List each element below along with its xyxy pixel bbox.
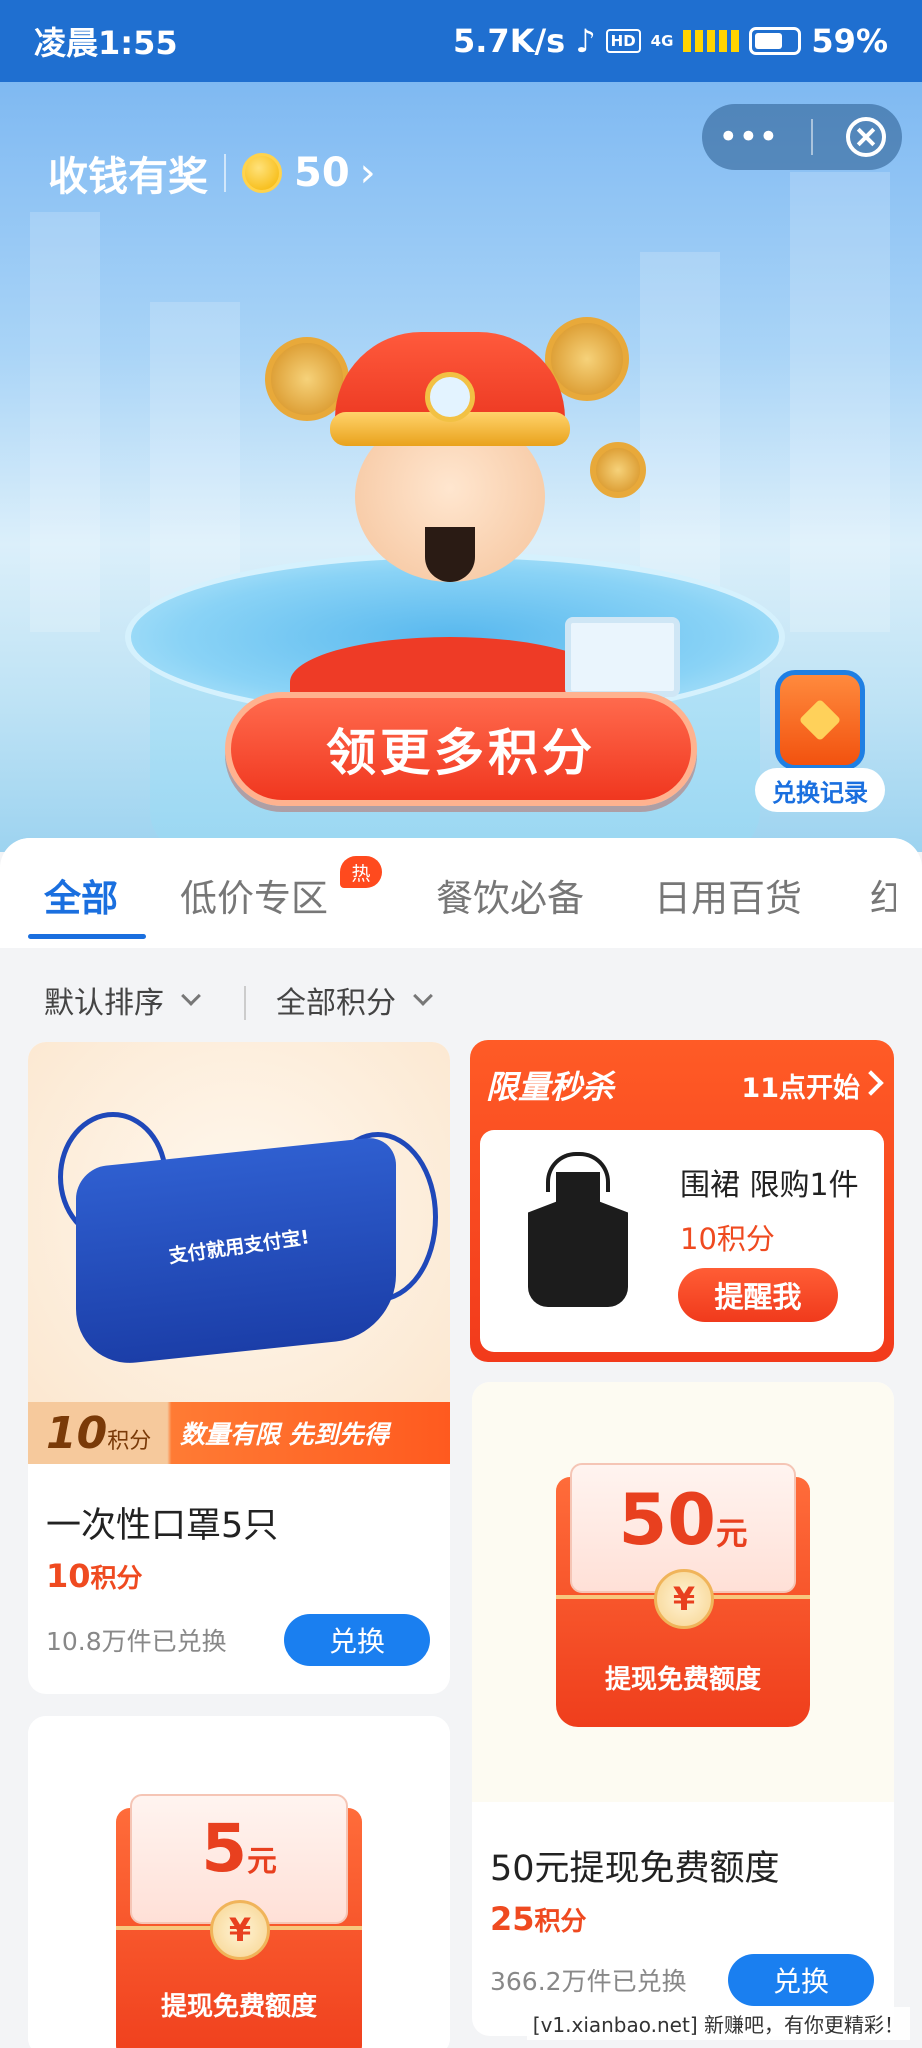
tab-dining[interactable]: 餐饮必备 <box>436 868 584 922</box>
signal-icon <box>683 30 740 52</box>
flash-item-name: 围裙 限购1件 <box>680 1168 859 1203</box>
record-bag-icon <box>775 670 865 770</box>
envelope-label: 提现免费额度 <box>604 1665 761 1695</box>
red-envelope-icon: 5元 ¥ 提现免费额度 <box>116 1794 362 2048</box>
product-title: 一次性口罩5只 <box>46 1506 279 1546</box>
exchange-button[interactable]: 兑换 <box>284 1614 430 1666</box>
exchanged-count: 10.8万件已兑换 <box>46 1627 227 1656</box>
flash-sale-time: 11点开始 <box>741 1073 860 1104</box>
exchange-record-label: 兑换记录 <box>755 768 885 812</box>
tab-low-price[interactable]: 低价专区 <box>180 868 328 922</box>
capsule-divider <box>811 119 814 155</box>
product-points: 25积分 <box>490 1900 587 1938</box>
cash-register-icon <box>565 617 680 697</box>
filter-divider <box>244 986 246 1020</box>
filter-bar: 默认排序 全部积分 <box>0 948 922 1048</box>
exchange-button[interactable]: 兑换 <box>728 1954 874 2006</box>
product-points: 10积分 <box>46 1557 143 1595</box>
flash-sale-title: 限量秒杀 <box>486 1068 615 1106</box>
page-title: 收钱有奖 <box>48 154 208 200</box>
battery-percent: 59% <box>811 22 888 60</box>
tab-all[interactable]: 全部 <box>44 868 118 922</box>
yuan-coin-icon: ¥ <box>210 1900 270 1960</box>
miniapp-capsule: ••• <box>702 104 902 170</box>
envelope-amount: 50元 <box>618 1479 748 1561</box>
points-filter-label: 全部积分 <box>276 986 396 1021</box>
product-card-5yuan[interactable]: 5元 ¥ 提现免费额度 <box>28 1716 450 2048</box>
status-indicators: 5.7K/s ♪ HD 4G 59% <box>453 22 888 60</box>
hd-icon: HD <box>605 29 641 53</box>
status-bar: 凌晨1:55 5.7K/s ♪ HD 4G 59% <box>0 0 922 82</box>
active-tab-indicator <box>28 934 146 939</box>
promo-strip: 10积分 数量有限 先到先得 <box>28 1402 450 1464</box>
points-balance[interactable]: 50 <box>294 150 350 196</box>
chevron-down-icon <box>181 986 201 1006</box>
promo-text: 数量有限 先到先得 <box>180 1420 389 1449</box>
product-card-mask[interactable]: 支付就用支付宝! 10积分 数量有限 先到先得 一次性口罩5只 10积分 10.… <box>28 1042 450 1694</box>
hero-banner: 收钱有奖 50 › ••• 领更多积分 兑换记录 <box>0 82 922 852</box>
yuan-coin-icon: ¥ <box>654 1569 714 1629</box>
exchanged-count: 366.2万件已兑换 <box>490 1967 687 1996</box>
product-card-50yuan[interactable]: 50元 ¥ 提现免费额度 50元提现免费额度 25积分 366.2万件已兑换 兑… <box>472 1382 894 2036</box>
sort-label: 默认排序 <box>44 986 164 1021</box>
apron-icon <box>528 1172 628 1307</box>
fortune-god-mascot <box>330 332 570 592</box>
exchange-record-button[interactable]: 兑换记录 <box>755 670 885 820</box>
background-building <box>30 212 100 632</box>
envelope-amount: 5元 <box>201 1810 277 1887</box>
tab-daily-goods[interactable]: 日用百货 <box>654 868 802 922</box>
points-dropdown[interactable]: 全部积分 <box>276 978 433 1022</box>
envelope-label: 提现免费额度 <box>160 1992 317 2022</box>
page-header: 收钱有奖 50 › <box>48 144 376 202</box>
remind-me-button[interactable]: 提醒我 <box>678 1268 838 1322</box>
flash-sale-card[interactable]: 限量秒杀 11点开始 围裙 限购1件 10积分 提醒我 <box>470 1040 894 1362</box>
flash-item-points: 10积分 <box>680 1222 775 1256</box>
product-image: 支付就用支付宝! <box>28 1042 450 1462</box>
gold-ingot-icon <box>590 442 646 498</box>
chevron-right-icon[interactable]: › <box>360 150 376 196</box>
hot-badge: 热 <box>340 856 382 888</box>
mascot-hat-gem <box>425 372 475 422</box>
product-title: 50元提现免费额度 <box>490 1849 780 1889</box>
mascot-beard <box>425 527 475 582</box>
product-image: 50元 ¥ 提现免费额度 <box>472 1382 894 1802</box>
network-type: 4G <box>650 32 674 50</box>
red-envelope-icon: 50元 ¥ 提现免费额度 <box>556 1463 810 1727</box>
chevron-right-icon[interactable] <box>858 1070 884 1096</box>
network-speed: 5.7K/s <box>453 22 566 60</box>
background-building <box>790 172 890 632</box>
chevron-down-icon <box>413 986 433 1006</box>
tiktok-icon: ♪ <box>575 22 596 60</box>
tab-partial[interactable]: 红 <box>870 868 896 922</box>
product-image: 5元 ¥ 提现免费额度 <box>28 1716 450 2048</box>
coin-icon <box>242 153 282 193</box>
battery-icon <box>749 27 802 55</box>
close-icon[interactable] <box>845 117 886 157</box>
flash-sale-item: 围裙 限购1件 10积分 提醒我 <box>480 1130 884 1352</box>
sort-dropdown[interactable]: 默认排序 <box>44 978 201 1022</box>
category-tabs: 全部 低价专区 热 餐饮必备 日用百货 红 <box>0 838 922 948</box>
promo-points: 10积分 <box>46 1407 152 1459</box>
status-time: 凌晨1:55 <box>34 24 178 62</box>
earn-more-points-button[interactable]: 领更多积分 <box>225 692 697 806</box>
watermark: [v1.xianbao.net] 新赚吧，有你更精彩！ <box>526 2007 910 2040</box>
more-menu-button[interactable]: ••• <box>718 117 778 157</box>
header-divider <box>224 154 226 192</box>
